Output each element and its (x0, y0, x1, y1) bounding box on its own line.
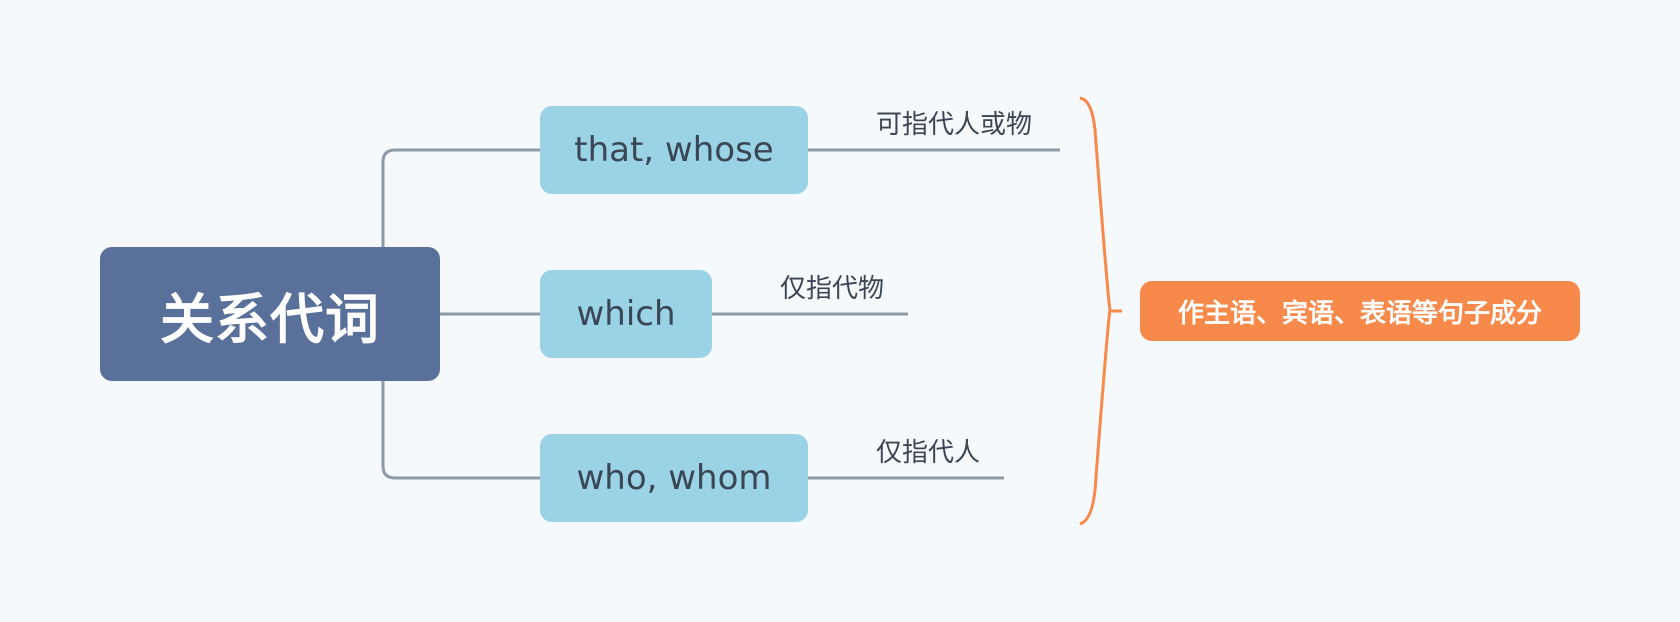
note-who-whom: 仅指代人 (876, 438, 981, 468)
topic-who-whom[interactable]: who, whom (540, 434, 808, 522)
note-which: 仅指代物 (780, 274, 885, 304)
connector-root-who-whom (381, 381, 540, 480)
topic-that-whose[interactable]: that, whose (540, 106, 808, 194)
summary-topic[interactable]: 作主语、宾语、表语等句子成分 (1140, 281, 1580, 341)
connector-root-that-whose (381, 148, 540, 247)
root-topic[interactable]: 关系代词 (100, 247, 440, 381)
note-that-whose: 可指代人或物 (876, 110, 1033, 140)
topic-which[interactable]: which (540, 270, 712, 358)
summary-brace (1079, 96, 1112, 526)
